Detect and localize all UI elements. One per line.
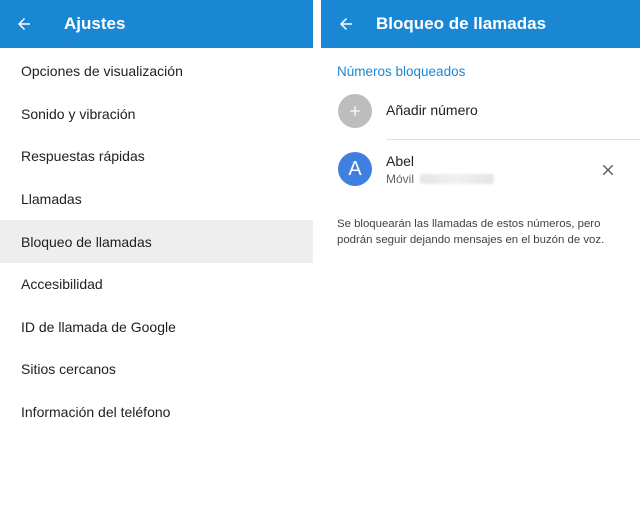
settings-item-call-blocking[interactable]: Bloqueo de llamadas [0,220,313,263]
settings-item-label: Bloqueo de llamadas [21,233,152,250]
add-number-button[interactable]: Añadir número [321,86,640,140]
settings-item-calls[interactable]: Llamadas [0,178,313,221]
plus-icon [350,106,360,116]
settings-title: Ajustes [64,14,126,33]
settings-item-label: Accesibilidad [21,276,103,293]
unblock-button[interactable] [596,158,620,182]
settings-item-label: Información del teléfono [21,404,171,421]
back-button[interactable] [321,0,371,48]
settings-item-phone-info[interactable]: Información del teléfono [0,391,313,434]
blurred-phone-number [420,174,495,184]
add-number-label: Añadir número [386,102,478,118]
settings-item-nearby-places[interactable]: Sitios cercanos [0,348,313,391]
contact-number-line: Móvil [386,172,495,186]
back-button[interactable] [0,0,48,48]
settings-panel: Ajustes Opciones de visualización Sonido… [0,0,313,523]
blocked-numbers-header: Números bloqueados [337,64,466,79]
settings-item-quick-responses[interactable]: Respuestas rápidas [0,135,313,178]
settings-item-label: Sitios cercanos [21,361,116,378]
settings-item-accessibility[interactable]: Accesibilidad [0,263,313,306]
avatar: A [338,152,372,186]
settings-item-display-options[interactable]: Opciones de visualización [0,50,313,93]
arrow-back-icon [340,18,352,30]
close-icon [602,164,614,176]
blocked-contact-row: A Abel Móvil [321,140,640,202]
contact-number-type: Móvil [386,172,415,186]
settings-item-sound-vibration[interactable]: Sonido y vibración [0,93,313,136]
settings-item-label: Sonido y vibración [21,105,136,122]
settings-item-label: ID de llamada de Google [21,318,176,335]
call-blocking-title: Bloqueo de llamadas [376,14,547,33]
call-blocking-panel: Bloqueo de llamadas Números bloqueados A… [321,0,640,523]
add-number-circle [338,94,372,128]
settings-menu: Opciones de visualización Sonido y vibra… [0,50,313,433]
settings-item-google-caller-id[interactable]: ID de llamada de Google [0,306,313,349]
settings-appbar: Ajustes [0,0,313,48]
call-blocking-appbar: Bloqueo de llamadas [321,0,640,48]
blocking-note: Se bloquearán las llamadas de estos núme… [337,218,605,246]
settings-item-label: Llamadas [21,191,82,208]
contact-name: Abel [386,153,415,169]
settings-item-label: Respuestas rápidas [21,148,145,165]
settings-item-label: Opciones de visualización [21,63,183,80]
arrow-back-icon [18,18,30,30]
